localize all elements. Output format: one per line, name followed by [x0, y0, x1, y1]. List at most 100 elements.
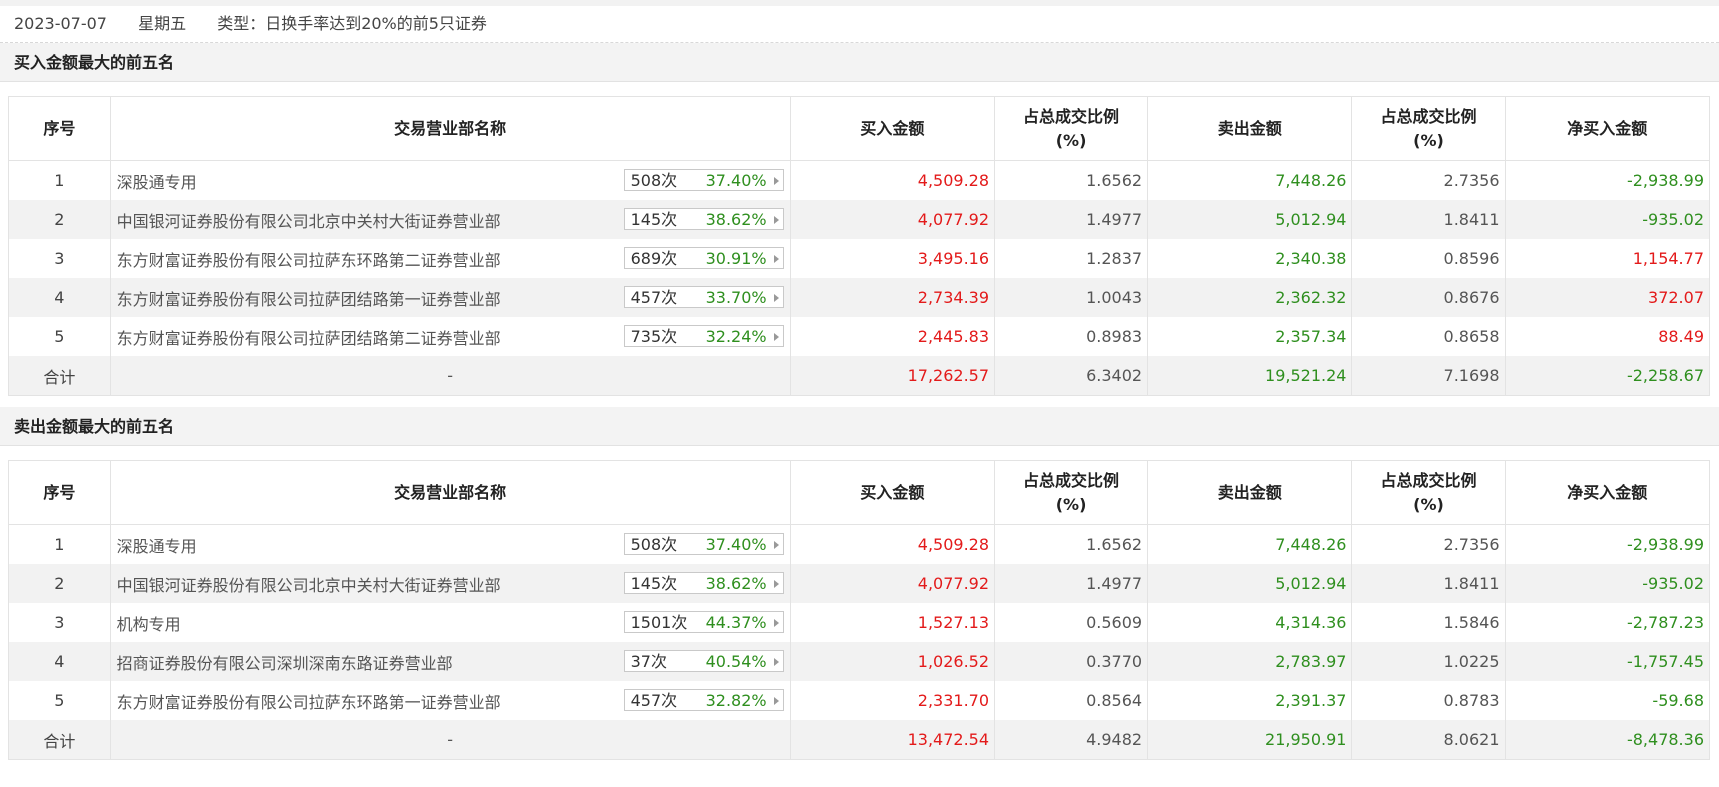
branch-cell: 深股通专用 508次 37.40%: [109, 524, 791, 564]
total-buy-ratio: 6.3402: [994, 356, 1149, 396]
branch-stats-badge[interactable]: 508次 37.40%: [623, 533, 784, 555]
total-buy-amount: 17,262.57: [789, 356, 996, 396]
listing-count: 508次: [630, 535, 678, 554]
branch-name-link[interactable]: 机构专用: [117, 611, 181, 635]
branch-stats-badge[interactable]: 457次 33.70%: [623, 286, 784, 308]
branch-stats-badge[interactable]: 145次 38.62%: [623, 572, 784, 594]
listing-count: 735次: [630, 327, 678, 346]
branch-cell: 东方财富证券股份有限公司拉萨东环路第二证券营业部 689次 30.91%: [109, 239, 791, 278]
net-amount: -59.68: [1504, 681, 1711, 720]
col-buy-ratio-line2: (%): [1055, 130, 1087, 150]
table-row: 1 深股通专用 508次 37.40% 4,509.28 1.6562 7,448.26 2.…: [8, 160, 1711, 200]
net-amount: -2,938.99: [1504, 160, 1711, 200]
sell-ratio: 0.8783: [1351, 681, 1506, 720]
buy-amount: 4,077.92: [789, 564, 996, 603]
buy-ratio: 0.8564: [994, 681, 1149, 720]
branch-cell: 东方财富证券股份有限公司拉萨东环路第一证券营业部 457次 32.82%: [109, 681, 791, 720]
col-sell-ratio-line1: 占总成交比例: [1380, 106, 1477, 126]
buy-ratio: 1.4977: [994, 200, 1149, 239]
table-row: 1 深股通专用 508次 37.40% 4,509.28 1.6562 7,448.26 2.…: [8, 524, 1711, 564]
listing-count: 145次: [630, 574, 678, 593]
col-sell-ratio-line2: (%): [1413, 494, 1444, 514]
col-buy-amount: 买入金额: [789, 96, 996, 161]
sell-ratio: 0.8676: [1351, 278, 1506, 317]
col-sell-amount: 卖出金额: [1147, 460, 1353, 525]
branch-name-link[interactable]: 中国银河证券股份有限公司北京中关村大街证券营业部: [117, 208, 501, 232]
sell-amount: 4,314.36: [1147, 603, 1353, 642]
sell-amount: 2,391.37: [1147, 681, 1353, 720]
branch-name-link[interactable]: 东方财富证券股份有限公司拉萨团结路第二证券营业部: [117, 325, 501, 349]
table-row: 2 中国银河证券股份有限公司北京中关村大街证券营业部 145次 38.62% 4,077…: [8, 564, 1711, 603]
total-sell-ratio: 7.1698: [1351, 356, 1506, 396]
success-rate: 38.62%: [705, 210, 767, 229]
listing-count: 457次: [630, 288, 678, 307]
net-amount: -2,787.23: [1504, 603, 1711, 642]
success-rate: 40.54%: [705, 652, 767, 671]
arrow-right-icon: [773, 216, 779, 224]
row-index: 3: [8, 239, 111, 278]
net-amount: 88.49: [1504, 317, 1711, 356]
branch-name-link[interactable]: 东方财富证券股份有限公司拉萨东环路第二证券营业部: [117, 247, 501, 271]
sell-amount: 2,783.97: [1147, 642, 1353, 681]
col-buy-ratio: 占总成交比例 (%): [994, 96, 1149, 161]
branch-name-link[interactable]: 东方财富证券股份有限公司拉萨团结路第一证券营业部: [117, 286, 501, 310]
buy-amount: 4,509.28: [789, 160, 996, 200]
buy-top5-table: 序号 交易营业部名称 买入金额 占总成交比例 (%) 卖出金额 占总成交比例 (%)…: [8, 96, 1711, 396]
buy-amount: 2,331.70: [789, 681, 996, 720]
success-rate: 37.40%: [705, 171, 767, 190]
branch-stats-badge[interactable]: 508次 37.40%: [623, 169, 784, 191]
col-sell-amount: 卖出金额: [1147, 96, 1353, 161]
success-rate: 38.62%: [705, 574, 767, 593]
sell-amount: 5,012.94: [1147, 564, 1353, 603]
branch-stats-badge[interactable]: 37次 40.54%: [623, 650, 784, 672]
branch-stats-badge[interactable]: 1501次 44.37%: [623, 611, 784, 633]
col-buy-ratio: 占总成交比例 (%): [994, 460, 1149, 525]
branch-cell: 机构专用 1501次 44.37%: [109, 603, 791, 642]
arrow-right-icon: [773, 294, 779, 302]
branch-name-link[interactable]: 中国银河证券股份有限公司北京中关村大街证券营业部: [117, 572, 501, 596]
success-rate: 44.37%: [705, 613, 767, 632]
sell-top5-table: 序号 交易营业部名称 买入金额 占总成交比例 (%) 卖出金额 占总成交比例 (%)…: [8, 460, 1711, 760]
buy-amount: 1,527.13: [789, 603, 996, 642]
branch-stats-badge[interactable]: 145次 38.62%: [623, 208, 784, 230]
success-rate: 37.40%: [705, 535, 767, 554]
branch-stats-badge[interactable]: 689次 30.91%: [623, 247, 784, 269]
total-net-amount: -2,258.67: [1504, 356, 1711, 396]
branch-cell: 东方财富证券股份有限公司拉萨团结路第二证券营业部 735次 32.24%: [109, 317, 791, 356]
trade-weekday: 星期五: [138, 14, 187, 33]
listing-count: 508次: [630, 171, 678, 190]
branch-stats-badge[interactable]: 735次 32.24%: [623, 325, 784, 347]
total-row: 合计 -13,472.54 4.9482 21,950.91 8.0621 -8,478.…: [8, 720, 1711, 760]
total-name: -: [109, 720, 791, 760]
total-row: 合计 -17,262.57 6.3402 19,521.24 7.1698 -2,258.…: [8, 356, 1711, 396]
table-row: 4 招商证券股份有限公司深圳深南东路证券营业部 37次 40.54% 1,026.52 0…: [8, 642, 1711, 681]
listing-count: 37次: [630, 652, 667, 671]
table-row: 5 东方财富证券股份有限公司拉萨东环路第一证券营业部 457次 32.82% 2,331…: [8, 681, 1711, 720]
branch-name-link[interactable]: 招商证券股份有限公司深圳深南东路证券营业部: [117, 650, 453, 674]
row-index: 1: [8, 160, 111, 200]
buy-ratio: 0.3770: [994, 642, 1149, 681]
branch-stats-badge[interactable]: 457次 32.82%: [623, 689, 784, 711]
col-sell-ratio-line2: (%): [1413, 130, 1444, 150]
branch-name-link[interactable]: 深股通专用: [117, 533, 197, 557]
branch-cell: 东方财富证券股份有限公司拉萨团结路第一证券营业部 457次 33.70%: [109, 278, 791, 317]
branch-name-link[interactable]: 深股通专用: [117, 169, 197, 193]
arrow-right-icon: [773, 255, 779, 263]
table-row: 3 东方财富证券股份有限公司拉萨东环路第二证券营业部 689次 30.91% 3,495…: [8, 239, 1711, 278]
table-row: 2 中国银河证券股份有限公司北京中关村大街证券营业部 145次 38.62% 4,077…: [8, 200, 1711, 239]
sell-ratio: 0.8596: [1351, 239, 1506, 278]
col-net-amount: 净买入金额: [1504, 96, 1711, 161]
col-branch-name: 交易营业部名称: [109, 96, 791, 161]
buy-ratio: 1.0043: [994, 278, 1149, 317]
sell-ratio: 1.0225: [1351, 642, 1506, 681]
sell-amount: 5,012.94: [1147, 200, 1353, 239]
row-index: 1: [8, 524, 111, 564]
branch-cell: 招商证券股份有限公司深圳深南东路证券营业部 37次 40.54%: [109, 642, 791, 681]
row-index: 5: [8, 681, 111, 720]
branch-cell: 深股通专用 508次 37.40%: [109, 160, 791, 200]
net-amount: 372.07: [1504, 278, 1711, 317]
buy-ratio: 1.2837: [994, 239, 1149, 278]
arrow-right-icon: [773, 541, 779, 549]
branch-name-link[interactable]: 东方财富证券股份有限公司拉萨东环路第一证券营业部: [117, 689, 501, 713]
total-buy-ratio: 4.9482: [994, 720, 1149, 760]
